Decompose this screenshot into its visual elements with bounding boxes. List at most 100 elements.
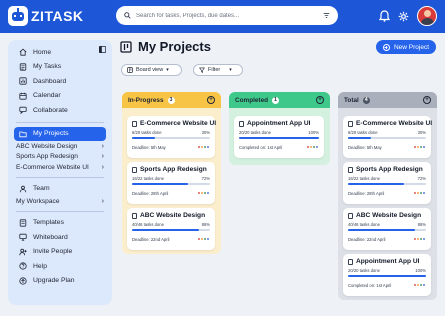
project-card[interactable]: Sports App Redesign 16/22 tasks done 72% De… [127,162,215,204]
filter-label: Filter [208,67,221,73]
whiteboard-icon [18,234,27,241]
add-card-icon[interactable]: + [207,96,215,104]
add-card-icon[interactable]: + [316,96,324,104]
gear-icon[interactable] [398,11,409,22]
tasks-done: 40/46 tasks done [348,222,380,227]
card-title: ABC Website Design [356,212,422,219]
sidebar-item-dashboard[interactable]: Dashboard [14,74,106,89]
project-card[interactable]: ABC Website Design 40/46 tasks done 86% Dea… [127,208,215,250]
card-title: Appointment App UI [356,258,420,265]
sidebar-item-invite-people[interactable]: Invite People [14,245,106,260]
document-icon [132,212,137,219]
sidebar-item-label: Dashboard [33,77,67,85]
team-avatars [197,237,210,241]
progress-percent: 72% [201,176,210,181]
progress-fill [348,182,405,185]
tasks-done: 16/22 tasks done [348,176,380,181]
team-icon [19,185,26,192]
sidebar-item-calendar[interactable]: Calendar [14,89,106,104]
sidebar-item-label: Team [33,185,50,193]
sidebar-item-my-workspace[interactable]: My Workspace › [14,196,106,207]
chevron-right-icon: › [101,163,104,171]
sidebar-item-upgrade-plan[interactable]: Upgrade Plan [14,274,106,289]
search-input[interactable] [136,12,323,19]
progress-bar [348,182,426,185]
page-title: My Projects [138,39,211,54]
progress-bar [348,136,426,139]
sidebar-item-label: My Tasks [33,63,62,71]
document-icon [239,120,244,127]
progress-bar [132,136,210,139]
sidebar-item-label: Home [33,48,52,56]
filter-dropdown[interactable]: Filter ▾ [193,64,243,76]
sidebar-project-abc-website-design[interactable]: ABC Website Design › [14,141,106,152]
deadline-text: Deadline: 28th April [132,190,169,196]
board-icon [120,40,132,53]
chevron-down-icon: ▾ [166,67,169,73]
progress-bar [132,182,210,185]
project-card[interactable]: E-Commerce Website UI 6/20 tasks done 30% D… [343,116,432,158]
filter-settings-icon[interactable] [323,12,330,19]
sidebar-item-my-projects[interactable]: My Projects [14,126,106,141]
column-title: Completed [235,96,269,104]
progress-fill [348,228,416,231]
sidebar-item-label: Upgrade Plan [33,277,75,285]
project-card[interactable]: ABC Website Design 40/46 tasks done 86% Dea… [343,208,431,250]
board-view-icon [127,67,133,73]
column-completed: Completed 1 + Appointment App UI 20/20 tasks… [229,92,330,165]
home-icon [19,48,26,56]
project-card[interactable]: Appointment App UI 20/20 tasks done 100% Co… [234,116,324,158]
collapse-sidebar-icon[interactable] [99,46,106,53]
search-icon [124,12,131,19]
project-card[interactable]: Appointment App UI 20/20 tasks done 100% Co… [343,254,431,296]
filter-icon [199,67,205,73]
sidebar-item-label: Help [33,262,47,270]
tasks-done: 20/20 tasks done [348,268,380,273]
project-card[interactable]: E-Commerce Website UI 6/20 tasks done 30% D… [127,116,216,158]
sidebar-item-templates[interactable]: Templates [14,216,106,231]
document-icon [348,212,353,219]
add-card-icon[interactable]: + [423,96,431,104]
collaborate-icon [18,107,27,115]
sidebar-project-ecommerce-website-ui[interactable]: E-Commerce Website UI › [14,162,106,173]
progress-fill [348,136,372,139]
sidebar-item-label: Templates [33,219,64,227]
bell-icon[interactable] [379,10,390,22]
brand-logo[interactable]: ZITASK [8,6,84,26]
column-total: Total 4 + E-Commerce Website UI 6/20 tasks d… [338,92,437,300]
sidebar-item-home[interactable]: Home [14,45,106,60]
sidebar-project-sports-app-redesign[interactable]: Sports App Redesign › [14,152,106,163]
board-view-label: Board view [136,67,164,73]
search-bar[interactable] [116,6,338,25]
column-title: Total [344,96,359,104]
progress-percent: 30% [201,130,210,135]
deadline-text: Deadline: 28th April [348,190,385,196]
card-title: Sports App Redesign [140,166,207,173]
new-project-button[interactable]: New Project [376,40,436,54]
sidebar-item-collaborate[interactable]: Collaborate [14,103,106,118]
templates-icon [19,219,26,227]
column-header: Total 4 + [338,92,437,108]
sidebar-item-whiteboard[interactable]: Whiteboard [14,230,106,245]
column-count-badge: 3 [167,96,175,104]
sidebar-item-help[interactable]: Help [14,259,106,274]
tasks-done: 20/20 tasks done [239,130,271,135]
tasks-done: 6/20 tasks done [132,130,162,135]
user-avatar[interactable] [417,6,437,26]
progress-percent: 86% [201,222,210,227]
progress-fill [348,274,426,277]
board-view-dropdown[interactable]: Board view ▾ [121,64,182,76]
sidebar-item-my-tasks[interactable]: My Tasks [14,60,106,75]
column-header: Completed 1 + [229,92,330,108]
team-avatars [413,237,426,241]
chevron-right-icon: › [101,153,104,161]
project-card[interactable]: Sports App Redesign 16/22 tasks done 72% De… [343,162,431,204]
column-in-progress: In-Progress 3 + E-Commerce Website UI 6/20 t… [122,92,221,254]
progress-bar [348,228,426,231]
sidebar-item-team[interactable]: Team [14,182,106,197]
deadline-text: Deadline: 5th May [132,144,166,150]
chevron-down-icon: ▾ [229,67,232,73]
document-icon [132,166,137,173]
progress-percent: 30% [417,130,426,135]
card-title: ABC Website Design [140,212,206,219]
